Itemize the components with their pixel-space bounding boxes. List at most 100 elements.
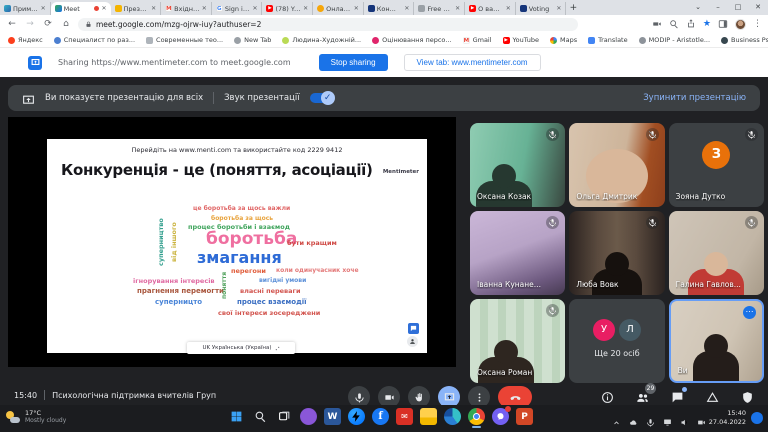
close-button[interactable]: ✕ — [748, 0, 768, 15]
tab-3[interactable]: MВхідні (1...✕ — [161, 2, 212, 15]
viber-taskbar-icon[interactable] — [492, 408, 509, 425]
menti-participants-icon[interactable] — [407, 336, 418, 347]
participant-tile-7[interactable]: УЛЩе 20 осіб — [569, 299, 664, 383]
tab-close-icon[interactable]: ✕ — [354, 5, 359, 12]
participant-name: Оксана Роман — [477, 368, 532, 377]
forward-icon[interactable]: → — [24, 19, 36, 29]
tab-close-icon[interactable]: ✕ — [252, 5, 257, 12]
tab-7[interactable]: Кон...✕ — [364, 2, 415, 15]
side-panel-icon[interactable] — [718, 19, 728, 29]
bookmark-9[interactable]: Translate — [588, 36, 628, 44]
youtube-favicon: ▶ — [469, 5, 476, 12]
taskview-taskbar-icon[interactable] — [276, 408, 293, 425]
messenger-taskbar-icon[interactable] — [348, 408, 365, 425]
home-icon[interactable]: ⌂ — [60, 19, 72, 29]
reload-icon[interactable]: ⟳ — [42, 19, 54, 29]
minimize-button[interactable]: – — [708, 0, 728, 15]
maximize-button[interactable]: □ — [728, 0, 748, 15]
mentimeter-slide: Перейдіть на www.menti.com та використай… — [47, 139, 427, 353]
audio-toggle[interactable]: ✓ — [310, 93, 334, 103]
bookmark-0[interactable]: Яндекс — [8, 36, 43, 44]
stop-sharing-button[interactable]: Stop sharing — [319, 54, 388, 71]
tile-menu-icon[interactable]: ⋯ — [743, 306, 756, 319]
bookmark-star-icon[interactable]: ★ — [703, 19, 711, 29]
language-selector[interactable]: UK Українська (Україна) — [187, 342, 295, 354]
participant-tile-0[interactable]: Оксана Козак — [470, 123, 565, 207]
taskbar-clock[interactable]: 15:40 27.04.2022 — [709, 409, 746, 427]
tab-search-icon[interactable]: ⌄ — [688, 0, 708, 15]
mail-taskbar-icon[interactable]: ✉ — [396, 408, 413, 425]
tab-close-icon[interactable]: ✕ — [41, 5, 46, 12]
wordcloud-word: перегони — [231, 268, 266, 275]
divider — [44, 390, 45, 400]
bookmark-2[interactable]: Современные тео... — [146, 36, 223, 44]
wordcloud-word: боротьба — [206, 231, 297, 248]
profile-avatar[interactable] — [735, 19, 746, 30]
cortana-taskbar-icon[interactable] — [300, 408, 317, 425]
tab-9[interactable]: ▶О важн...✕ — [465, 2, 516, 15]
tab-1[interactable]: Meet✕ — [51, 2, 111, 15]
cloud-tray-icon[interactable] — [629, 412, 638, 431]
tab-2[interactable]: Презент...✕ — [111, 2, 162, 15]
participant-tile-3[interactable]: Іванна Кунане... — [470, 211, 565, 295]
cam-tray-icon[interactable] — [697, 412, 706, 431]
monitor-tray-icon[interactable] — [663, 412, 672, 431]
facebook-taskbar-icon[interactable]: f — [372, 408, 389, 425]
bookmark-8[interactable]: Maps — [550, 36, 577, 44]
participant-video — [693, 351, 739, 383]
view-tab-button[interactable]: View tab: www.mentimeter.com — [404, 54, 541, 71]
participant-tile-4[interactable]: Люба Вовк — [569, 211, 664, 295]
tab-close-icon[interactable]: ✕ — [101, 5, 106, 12]
back-icon[interactable]: ← — [6, 19, 18, 29]
edge-taskbar-icon[interactable] — [444, 408, 461, 425]
ppt-taskbar-icon[interactable]: P — [516, 408, 533, 425]
tab-close-icon[interactable]: ✕ — [202, 5, 207, 12]
bookmarks-bar: Яндекс Специалист по раз... Современные те… — [0, 33, 768, 48]
start-taskbar-icon[interactable] — [228, 408, 245, 425]
participant-tile-8[interactable]: ⋯Ви — [669, 299, 764, 383]
bookmark-3[interactable]: New Tab — [234, 36, 271, 44]
tab-10[interactable]: Voting✕ — [516, 2, 567, 15]
tab-0[interactable]: Примар...✕ — [0, 2, 51, 15]
tab-capture-icon[interactable] — [652, 19, 662, 29]
notification-icon[interactable] — [751, 412, 763, 424]
tab-close-icon[interactable]: ✕ — [556, 5, 561, 12]
mic-tray-icon[interactable] — [646, 412, 655, 431]
tab-close-icon[interactable]: ✕ — [506, 5, 511, 12]
share-icon[interactable] — [686, 19, 696, 29]
tab-close-icon[interactable]: ✕ — [151, 5, 156, 12]
tab-6[interactable]: Онлайн...✕ — [313, 2, 364, 15]
address-bar[interactable]: meet.google.com/mzg-ojrw-iuy?authuser=2 — [78, 18, 578, 31]
mic-muted-icon — [546, 304, 559, 317]
zoom-icon[interactable] — [669, 19, 679, 29]
bookmark-4[interactable]: Людина-Художній... — [282, 36, 361, 44]
participant-tile-2[interactable]: ЗЗояна Дутко — [669, 123, 764, 207]
tab-8[interactable]: Free cust...✕ — [414, 2, 465, 15]
maps-icon — [550, 37, 557, 44]
bookmark-6[interactable]: MGmail — [463, 36, 492, 44]
bookmark-11[interactable]: Business Psycholog... — [721, 36, 768, 44]
tab-close-icon[interactable]: ✕ — [404, 5, 409, 12]
stop-presentation-link[interactable]: Зупинити презентацію — [643, 93, 746, 103]
tab-close-icon[interactable]: ✕ — [303, 5, 308, 12]
tab-4[interactable]: GSign in -✕ — [212, 2, 263, 15]
speaker-tray-icon[interactable] — [680, 412, 689, 431]
bookmark-10[interactable]: MODIP - Aristotle... — [639, 36, 710, 44]
chevup-tray-icon[interactable] — [612, 412, 621, 431]
participant-tile-1[interactable]: Ольга Дмитрик — [569, 123, 664, 207]
participant-tile-5[interactable]: Галина Гавлов... — [669, 211, 764, 295]
bookmark-7[interactable]: ▶YouTube — [503, 36, 539, 44]
participant-tile-6[interactable]: Оксана Роман — [470, 299, 565, 383]
taskbar-weather[interactable]: 17°C Mostly cloudy — [6, 409, 66, 424]
tab-5[interactable]: ▶(78) You...✕ — [262, 2, 313, 15]
chrome-taskbar-icon[interactable] — [468, 408, 485, 425]
menti-comments-icon[interactable] — [408, 323, 419, 334]
bookmark-5[interactable]: Оцінювання персо... — [372, 36, 451, 44]
search-taskbar-icon[interactable] — [252, 408, 269, 425]
browser-menu-icon[interactable]: ⋮ — [753, 19, 762, 29]
explorer-taskbar-icon[interactable] — [420, 408, 437, 425]
word-taskbar-icon[interactable]: W — [324, 408, 341, 425]
tab-close-icon[interactable]: ✕ — [455, 5, 460, 12]
new-tab-button[interactable]: + — [566, 2, 580, 15]
bookmark-1[interactable]: Специалист по раз... — [54, 36, 135, 44]
